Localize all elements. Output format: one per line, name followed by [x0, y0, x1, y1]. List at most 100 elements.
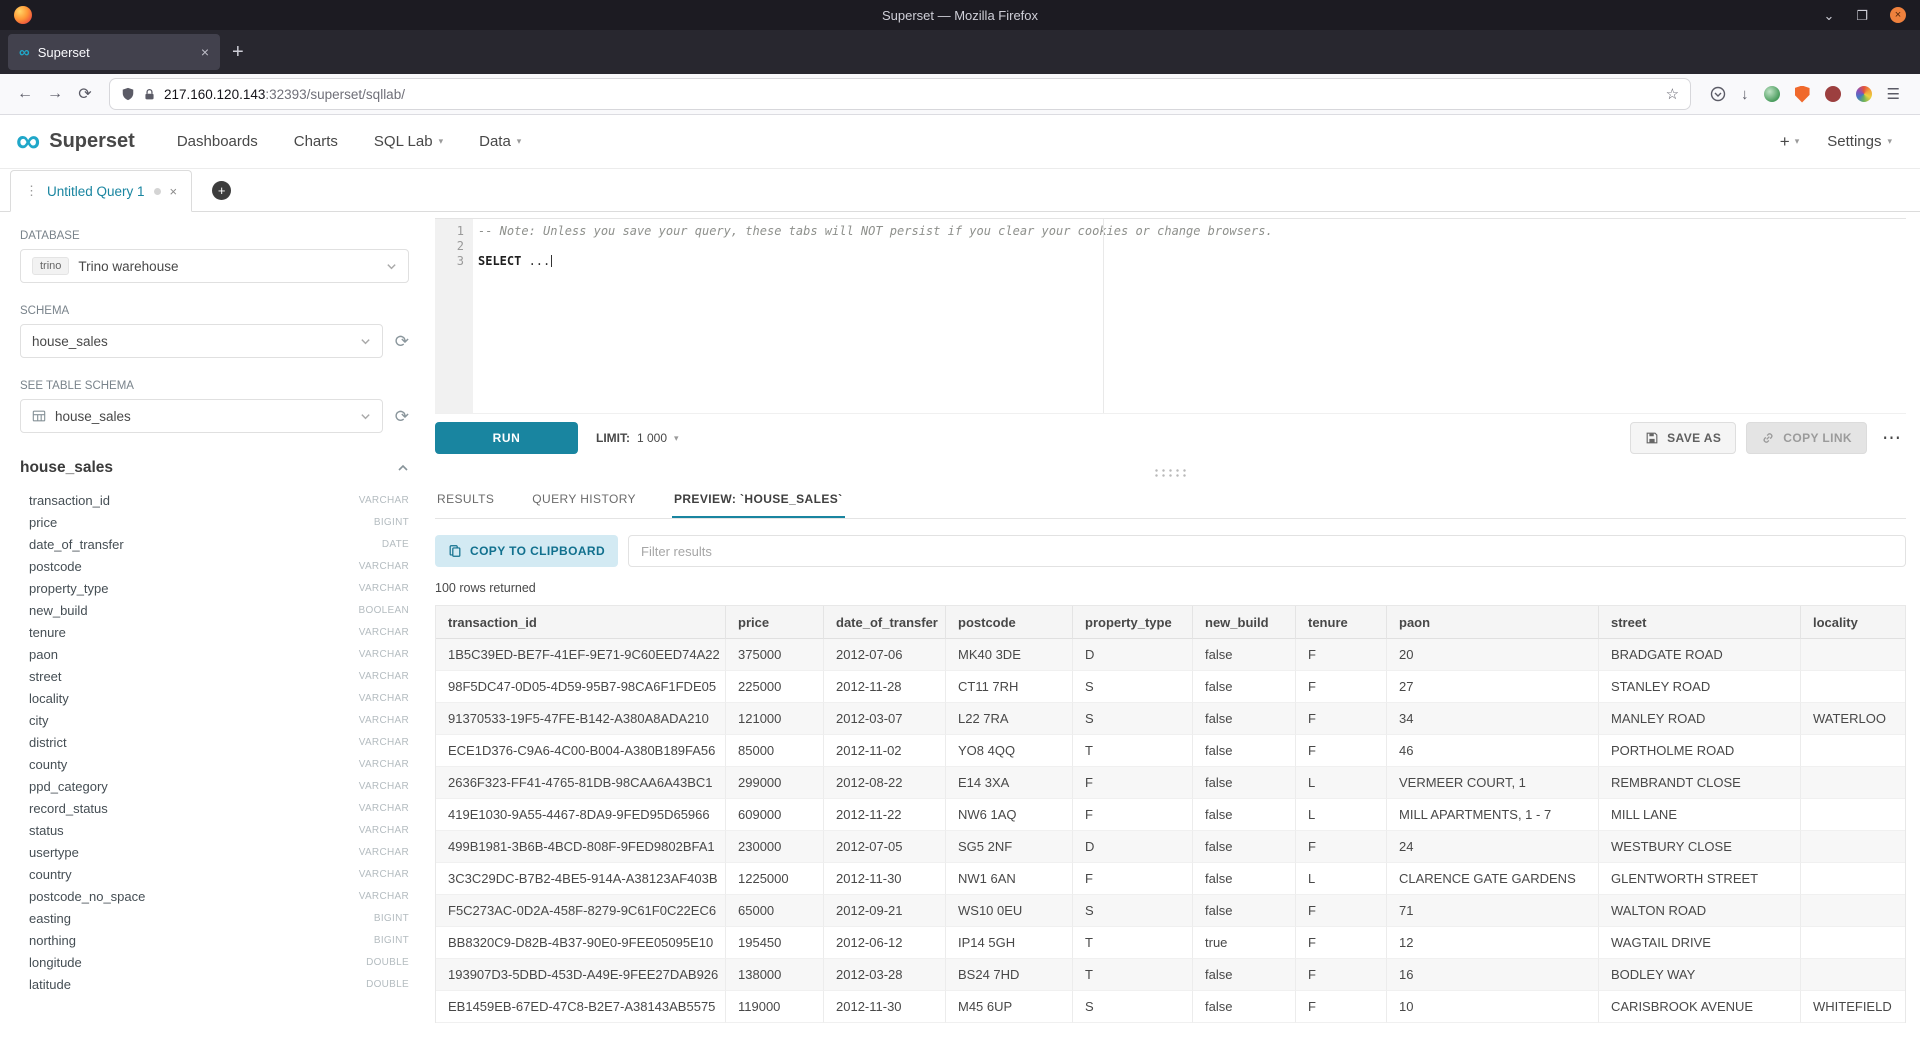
schema-column-row[interactable]: eastingBIGINT [20, 907, 409, 929]
nav-item-dashboards[interactable]: Dashboards [177, 133, 258, 150]
schema-column-row[interactable]: usertypeVARCHAR [20, 841, 409, 863]
refresh-schemas-icon[interactable]: ⟳ [395, 333, 409, 350]
connection-lock-icon[interactable] [143, 88, 156, 101]
schema-column-row[interactable]: statusVARCHAR [20, 819, 409, 841]
back-icon[interactable]: ← [10, 79, 40, 109]
menu-icon[interactable]: ☰ [1887, 87, 1900, 102]
schema-column-row[interactable]: countyVARCHAR [20, 753, 409, 775]
schema-column-row[interactable]: ppd_categoryVARCHAR [20, 775, 409, 797]
schema-column-row[interactable]: postcode_no_spaceVARCHAR [20, 885, 409, 907]
nav-item-charts[interactable]: Charts [294, 133, 338, 150]
add-query-tab-button[interactable]: + [212, 181, 231, 200]
table-cell: 2012-11-28 [824, 671, 946, 703]
table-cell: 375000 [726, 639, 824, 671]
window-minimize-icon[interactable]: ⌄ [1823, 9, 1834, 22]
results-tab-1[interactable]: RESULTS [435, 482, 496, 518]
schema-column-row[interactable]: transaction_idVARCHAR [20, 489, 409, 511]
tracking-shield-icon[interactable] [121, 87, 135, 101]
nav-item-data[interactable]: Data▾ [479, 133, 521, 150]
panel-resize-handle[interactable] [435, 462, 1906, 482]
column-header-paon[interactable]: paon [1387, 606, 1599, 639]
table-cell: MILL LANE [1599, 799, 1801, 831]
refresh-tables-icon[interactable]: ⟳ [395, 408, 409, 425]
copy-link-button[interactable]: COPY LINK [1746, 422, 1867, 454]
column-header-property_type[interactable]: property_type [1073, 606, 1193, 639]
table-cell: 10 [1387, 991, 1599, 1023]
table-cell: 71 [1387, 895, 1599, 927]
column-header-tenure[interactable]: tenure [1296, 606, 1387, 639]
new-item-dropdown[interactable]: +▾ [1780, 132, 1799, 152]
column-header-locality[interactable]: locality [1801, 606, 1906, 639]
limit-dropdown[interactable]: LIMIT: 1 000 ▾ [596, 431, 679, 445]
save-as-button[interactable]: SAVE AS [1630, 422, 1736, 454]
database-select[interactable]: trino Trino warehouse [20, 249, 409, 283]
schema-column-row[interactable]: districtVARCHAR [20, 731, 409, 753]
schema-column-row[interactable]: countryVARCHAR [20, 863, 409, 885]
schema-column-row[interactable]: priceBIGINT [20, 511, 409, 533]
schema-column-row[interactable]: northingBIGINT [20, 929, 409, 951]
filter-results-input[interactable] [628, 535, 1906, 567]
browser-tab-superset[interactable]: ∞ Superset × [8, 34, 220, 70]
more-options-icon[interactable]: ⋯ [1877, 427, 1906, 450]
colorful-extension-icon[interactable] [1856, 86, 1872, 102]
schema-column-row[interactable]: date_of_transferDATE [20, 533, 409, 555]
schema-column-row[interactable]: localityVARCHAR [20, 687, 409, 709]
column-header-date_of_transfer[interactable]: date_of_transfer [824, 606, 946, 639]
schema-column-row[interactable]: streetVARCHAR [20, 665, 409, 687]
link-icon [1761, 431, 1775, 445]
run-button[interactable]: RUN [435, 422, 578, 454]
column-header-price[interactable]: price [726, 606, 824, 639]
editor-content[interactable]: -- Note: Unless you save your query, the… [473, 219, 1906, 413]
window-maximize-icon[interactable]: ❐ [1856, 9, 1868, 22]
line-number: 2 [435, 239, 464, 254]
window-close-icon[interactable]: × [1890, 7, 1906, 23]
url-bar[interactable]: 217.160.120.143:32393/superset/sqllab/ ☆ [110, 79, 1690, 109]
column-header-new_build[interactable]: new_build [1193, 606, 1296, 639]
schema-column-row[interactable]: new_buildBOOLEAN [20, 599, 409, 621]
results-tab-3[interactable]: PREVIEW: `HOUSE_SALES` [672, 482, 845, 518]
adblock-shield-icon[interactable] [1795, 86, 1810, 103]
column-header-street[interactable]: street [1599, 606, 1801, 639]
url-path: :32393/superset/sqllab/ [265, 87, 405, 102]
table-cell: 419E1030-9A55-4467-8DA9-9FED95D65966 [436, 799, 726, 831]
tab-close-icon[interactable]: × [201, 44, 209, 60]
table-cell: 2012-03-07 [824, 703, 946, 735]
schema-column-row[interactable]: cityVARCHAR [20, 709, 409, 731]
superset-logo[interactable]: ∞ Superset [16, 128, 135, 155]
schema-column-row[interactable]: paonVARCHAR [20, 643, 409, 665]
schema-column-row[interactable]: latitudeDOUBLE [20, 973, 409, 995]
query-tab-close-icon[interactable]: × [170, 184, 178, 199]
table-row: F5C273AC-0D2A-458F-8279-9C61F0C22EC66500… [436, 895, 1905, 927]
bookmark-star-icon[interactable]: ☆ [1666, 85, 1679, 103]
sql-editor[interactable]: 1 2 3 -- Note: Unless you save your quer… [435, 218, 1906, 414]
privacy-badger-icon[interactable] [1825, 86, 1841, 102]
collapse-table-chevron-up-icon[interactable] [397, 462, 409, 474]
table-cell [1801, 671, 1906, 703]
settings-dropdown[interactable]: Settings▾ [1827, 133, 1892, 150]
table-icon [32, 409, 46, 423]
schema-column-row[interactable]: tenureVARCHAR [20, 621, 409, 643]
reload-icon[interactable]: ⟳ [70, 79, 100, 109]
forward-icon[interactable]: → [40, 79, 70, 109]
query-tab-untitled-1[interactable]: ⋮ Untitled Query 1 × [10, 170, 192, 212]
extension-icon-1[interactable] [1764, 86, 1780, 102]
schema-column-row[interactable]: property_typeVARCHAR [20, 577, 409, 599]
schema-column-row[interactable]: record_statusVARCHAR [20, 797, 409, 819]
table-select[interactable]: house_sales [20, 399, 383, 433]
schema-select[interactable]: house_sales [20, 324, 383, 358]
copy-to-clipboard-button[interactable]: COPY TO CLIPBOARD [435, 535, 618, 567]
column-type: VARCHAR [359, 495, 409, 506]
schema-column-row[interactable]: postcodeVARCHAR [20, 555, 409, 577]
table-cell: false [1193, 767, 1296, 799]
pocket-icon[interactable] [1710, 86, 1726, 102]
sql-text: ... [521, 254, 550, 268]
column-header-transaction_id[interactable]: transaction_id [436, 606, 726, 639]
new-tab-button[interactable]: + [220, 41, 256, 74]
column-header-postcode[interactable]: postcode [946, 606, 1073, 639]
results-tab-2[interactable]: QUERY HISTORY [530, 482, 638, 518]
table-cell: 27 [1387, 671, 1599, 703]
nav-item-sql-lab[interactable]: SQL Lab▾ [374, 133, 443, 150]
table-cell: E14 3XA [946, 767, 1073, 799]
download-icon[interactable]: ↓ [1741, 87, 1749, 102]
schema-column-row[interactable]: longitudeDOUBLE [20, 951, 409, 973]
